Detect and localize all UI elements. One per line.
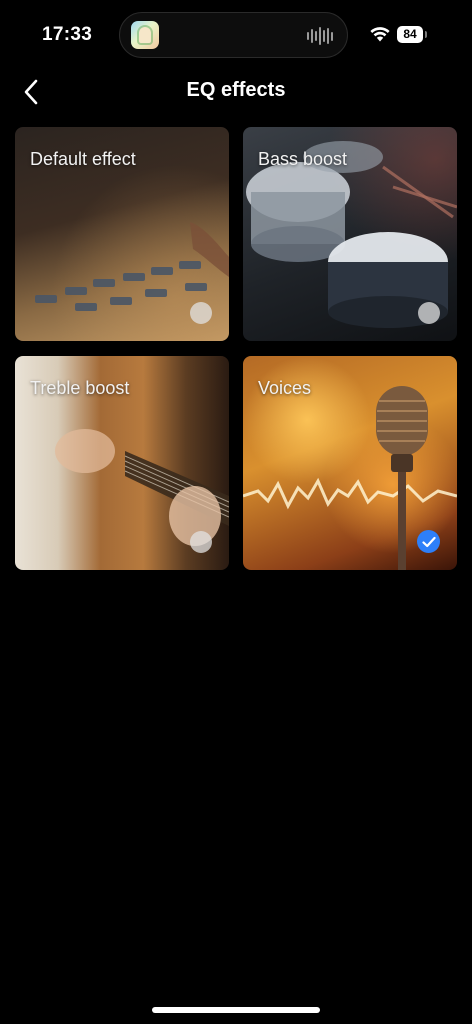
now-playing-app-icon — [131, 21, 159, 49]
radio-unselected[interactable] — [190, 302, 212, 324]
effect-label: Bass boost — [258, 149, 348, 169]
effect-label: Voices — [258, 378, 312, 398]
effect-card-bass-boost[interactable]: Bass boost — [243, 127, 457, 341]
status-bar: 17:33 84 — [0, 0, 472, 70]
radio-unselected[interactable] — [190, 531, 212, 553]
dynamic-island[interactable] — [119, 12, 348, 58]
home-indicator[interactable] — [152, 1007, 320, 1013]
checkmark-icon — [421, 536, 436, 547]
status-time: 17:33 — [42, 24, 93, 45]
effect-card-voices[interactable]: Voices — [243, 356, 457, 570]
wifi-icon — [370, 27, 390, 42]
page-title: EQ effects — [186, 79, 286, 101]
battery-indicator: 84 — [397, 26, 423, 43]
effect-label: Default effect — [30, 149, 136, 169]
battery-nub — [425, 31, 427, 38]
audio-waveform-icon — [307, 27, 333, 45]
effect-card-default[interactable]: Default effect — [15, 127, 229, 341]
radio-selected[interactable] — [417, 530, 440, 553]
effect-label: Treble boost — [30, 378, 130, 398]
screen: 17:33 84 EQ effects Default effect Bass … — [0, 0, 472, 1024]
radio-unselected[interactable] — [418, 302, 440, 324]
effect-card-treble-boost[interactable]: Treble boost — [15, 356, 229, 570]
